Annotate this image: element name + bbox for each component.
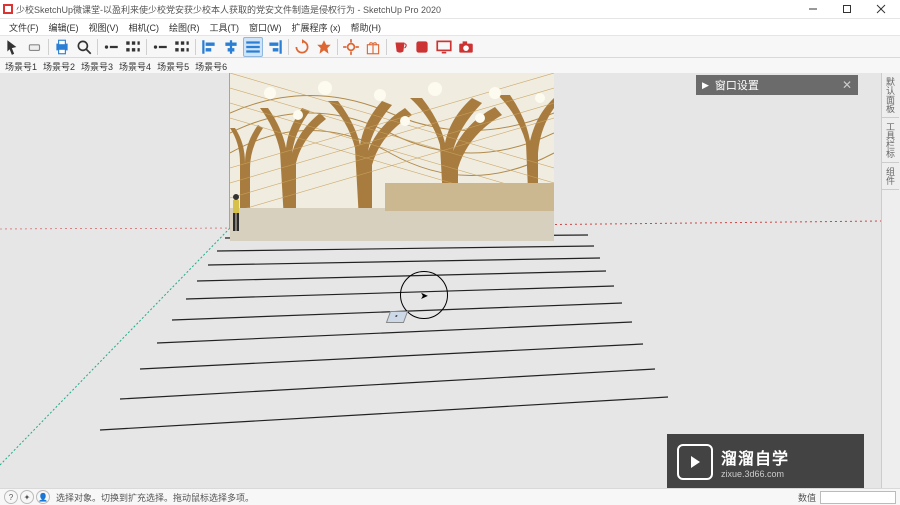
maximize-button[interactable] [830, 0, 864, 18]
scene-tab-2[interactable]: 场景号2 [40, 60, 78, 73]
window-title: 少校SketchUp微课堂-以盈利来使少校党安获少校本人获取的党安文件制造是侵权… [16, 3, 796, 16]
scene-tab-6[interactable]: 场景号6 [192, 60, 230, 73]
grid3-icon[interactable] [123, 37, 143, 57]
status-user-icon[interactable]: 👤 [36, 490, 50, 504]
workspace: ➤ ▶ 窗口设置 ✕ 溜溜自学 zixue.3d66.com 默认面板 工具栏标… [0, 73, 900, 489]
scale-figure [230, 193, 242, 233]
tray-tab-component[interactable]: 组件 [882, 163, 899, 190]
camera-icon[interactable] [456, 37, 476, 57]
toolbar-main [0, 36, 900, 58]
gift-icon[interactable] [363, 37, 383, 57]
scene-tab-4[interactable]: 场景号4 [116, 60, 154, 73]
panel-title: 窗口设置 [715, 77, 759, 93]
panel-arrow-icon[interactable]: ▶ [702, 80, 709, 91]
menu-camera[interactable]: 相机(C) [124, 21, 165, 34]
eraser-icon[interactable] [25, 37, 45, 57]
stop-icon[interactable] [412, 37, 432, 57]
star-icon[interactable] [314, 37, 334, 57]
zoom-extent-icon[interactable] [74, 37, 94, 57]
watermark-url: zixue.3d66.com [721, 469, 789, 479]
menu-bar: 文件(F) 编辑(E) 视图(V) 相机(C) 绘图(R) 工具(T) 窗口(W… [0, 19, 900, 36]
minimize-button[interactable] [796, 0, 830, 18]
bullet2-icon[interactable] [150, 37, 170, 57]
scene-tab-1[interactable]: 场景号1 [2, 60, 40, 73]
panel-window-settings[interactable]: ▶ 窗口设置 ✕ [696, 75, 858, 95]
watermark: 溜溜自学 zixue.3d66.com [667, 434, 864, 489]
grid3b-icon[interactable] [172, 37, 192, 57]
monitor-icon[interactable] [434, 37, 454, 57]
print-icon[interactable] [52, 37, 72, 57]
align-right-icon[interactable] [265, 37, 285, 57]
measurement-input[interactable] [820, 491, 896, 504]
menu-extensions[interactable]: 扩展程序 (x) [287, 21, 346, 34]
menu-file[interactable]: 文件(F) [4, 21, 44, 34]
app-icon [2, 3, 14, 15]
align-dist-icon[interactable] [243, 37, 263, 57]
menu-tools[interactable]: 工具(T) [205, 21, 245, 34]
close-button[interactable] [864, 0, 898, 18]
menu-draw[interactable]: 绘图(R) [164, 21, 205, 34]
cursor-arrow-icon: ➤ [420, 291, 428, 302]
status-bar: ? ✦ 👤 选择对象。切换到扩充选择。拖动鼠标选择多项。 数值 [0, 488, 900, 505]
matched-photo [230, 73, 554, 241]
watermark-text: 溜溜自学 [721, 445, 789, 469]
side-tray[interactable]: 默认面板 工具栏标 组件 [881, 73, 900, 489]
menu-view[interactable]: 视图(V) [84, 21, 124, 34]
scene-tab-5[interactable]: 场景号5 [154, 60, 192, 73]
status-geo-icon[interactable]: ✦ [20, 490, 34, 504]
refresh-icon[interactable] [292, 37, 312, 57]
panel-close-icon[interactable]: ✕ [842, 78, 852, 92]
scene-tab-3[interactable]: 场景号3 [78, 60, 116, 73]
title-bar: 少校SketchUp微课堂-以盈利来使少校党安获少校本人获取的党安文件制造是侵权… [0, 0, 900, 19]
menu-help[interactable]: 帮助(H) [346, 21, 387, 34]
align-center-icon[interactable] [221, 37, 241, 57]
viewport[interactable]: ➤ ▶ 窗口设置 ✕ 溜溜自学 zixue.3d66.com [0, 73, 882, 489]
gear-icon[interactable] [341, 37, 361, 57]
watermark-logo-icon [677, 444, 713, 480]
menu-edit[interactable]: 编辑(E) [44, 21, 84, 34]
tray-tab-toolbar[interactable]: 工具栏标 [882, 118, 899, 163]
align-left-icon[interactable] [199, 37, 219, 57]
status-hint: 选择对象。切换到扩充选择。拖动鼠标选择多项。 [56, 491, 254, 504]
select-arrow-icon[interactable] [3, 37, 23, 57]
status-info-icon[interactable]: ? [4, 490, 18, 504]
menu-window[interactable]: 窗口(W) [244, 21, 287, 34]
bullet-icon[interactable] [101, 37, 121, 57]
status-value-label: 数值 [798, 491, 816, 504]
cup-icon[interactable] [390, 37, 410, 57]
tray-tab-default[interactable]: 默认面板 [882, 73, 899, 118]
